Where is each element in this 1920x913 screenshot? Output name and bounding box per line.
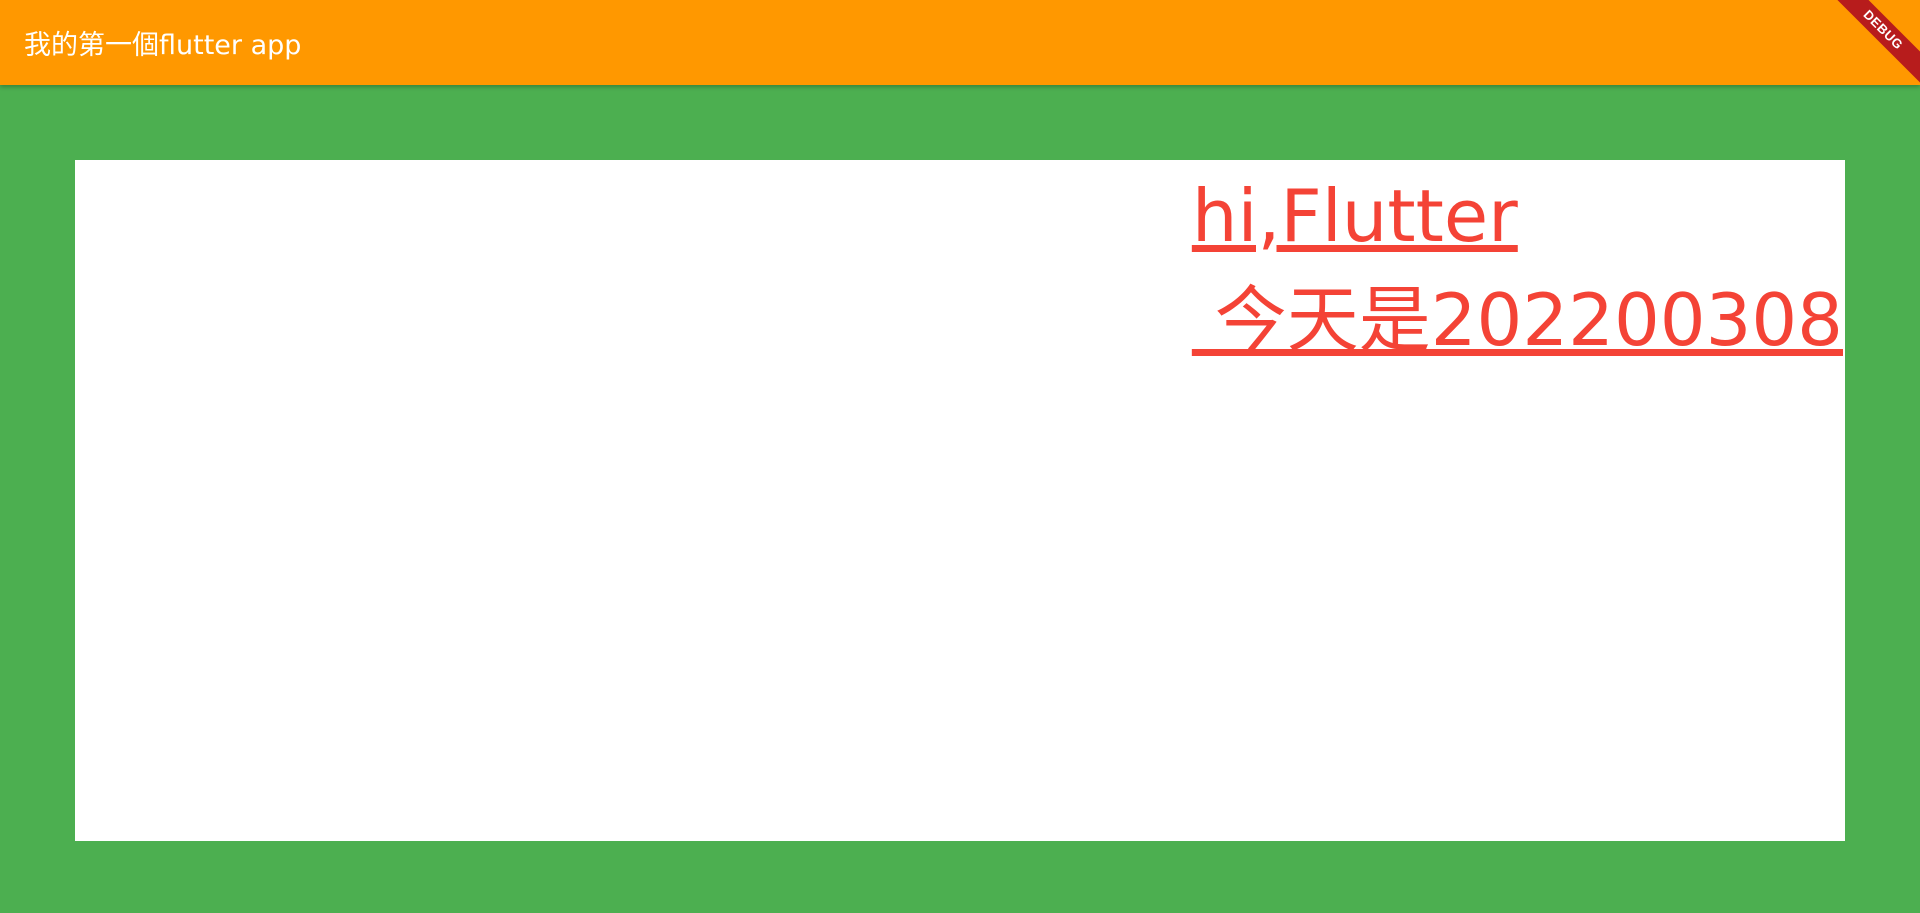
debug-banner-label: DEBUG [1825, 0, 1920, 88]
app-bar-title: 我的第一個flutter app [24, 30, 302, 61]
greeting-text: hi,Flutter 今天是202200308 [1191, 174, 1843, 362]
content-container: hi,Flutter 今天是202200308 [75, 160, 1845, 841]
app-window: 我的第一個flutter app DEBUG hi,Flutter 今天是202… [0, 0, 1920, 913]
debug-banner: DEBUG [1820, 0, 1920, 100]
app-bar: 我的第一個flutter app [0, 0, 1920, 85]
